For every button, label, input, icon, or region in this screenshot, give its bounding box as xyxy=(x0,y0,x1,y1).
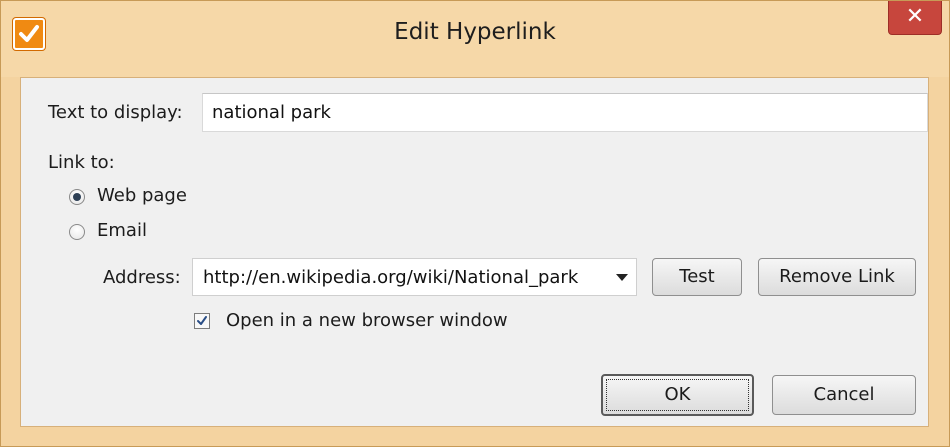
email-radio-label[interactable]: Email xyxy=(97,220,147,241)
address-combobox[interactable]: http://en.wikipedia.org/wiki/National_pa… xyxy=(192,258,637,296)
new-window-checkbox[interactable] xyxy=(194,313,210,329)
cancel-button[interactable]: Cancel xyxy=(772,375,916,415)
chevron-down-icon[interactable] xyxy=(616,274,628,281)
ok-button[interactable]: OK xyxy=(601,374,754,416)
title-bar[interactable]: Edit Hyperlink ✕ xyxy=(1,1,949,77)
text-to-display-label: Text to display: xyxy=(48,102,183,123)
email-radio[interactable] xyxy=(69,224,85,240)
dialog-content: Text to display: national park Link to: … xyxy=(20,77,929,427)
web-page-radio[interactable] xyxy=(69,189,85,205)
text-to-display-input[interactable]: national park xyxy=(202,93,928,132)
close-button[interactable]: ✕ xyxy=(888,1,942,35)
new-window-label[interactable]: Open in a new browser window xyxy=(226,310,508,331)
ok-button-label: OK xyxy=(664,384,691,405)
close-icon: ✕ xyxy=(905,4,925,29)
address-value[interactable]: http://en.wikipedia.org/wiki/National_pa… xyxy=(203,267,601,288)
checkmark-icon xyxy=(197,316,207,325)
address-label: Address: xyxy=(103,267,181,288)
edit-hyperlink-dialog: Edit Hyperlink ✕ Text to display: nation… xyxy=(0,0,950,447)
remove-link-button[interactable]: Remove Link xyxy=(758,258,916,296)
link-to-label: Link to: xyxy=(48,152,115,173)
web-page-radio-label[interactable]: Web page xyxy=(97,185,187,206)
dialog-title: Edit Hyperlink xyxy=(394,19,556,45)
test-button[interactable]: Test xyxy=(652,258,742,296)
